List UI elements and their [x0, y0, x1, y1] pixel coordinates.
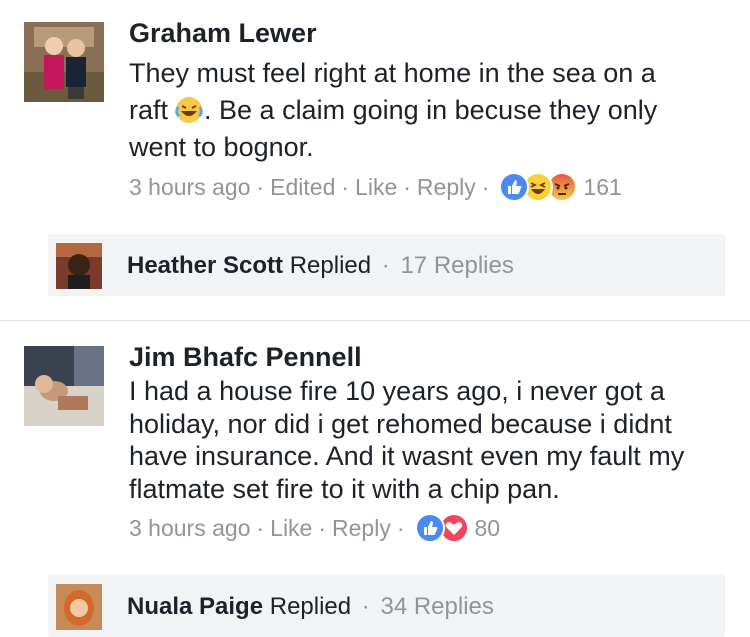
reply-summary-text[interactable]: Heather Scott Replied · 17 Replies — [127, 252, 514, 280]
comment-meta: 3 hours ago · Edited · Like · Reply · 16… — [129, 172, 622, 202]
separator: · — [403, 173, 411, 200]
comment-text-fragment: . Be a claim going in becuse they only — [204, 95, 658, 125]
comment-text-fragment: raft — [129, 95, 169, 125]
timestamp[interactable]: 3 hours ago — [129, 174, 250, 201]
timestamp[interactable]: 3 hours ago — [129, 515, 250, 542]
replied-label: Replied — [269, 593, 352, 620]
separator: · — [256, 173, 265, 200]
reply-count[interactable]: 17 Replies — [400, 252, 513, 279]
edited-label[interactable]: Edited — [270, 174, 335, 201]
laughing-tears-emoji-icon — [174, 95, 204, 125]
reaction-count[interactable]: 161 — [583, 174, 621, 201]
reply-author[interactable]: Nuala Paige — [127, 593, 263, 620]
reply-count[interactable]: 34 Replies — [380, 593, 493, 620]
avatar[interactable] — [24, 22, 104, 102]
reactions[interactable]: 161 — [499, 172, 622, 202]
comment-line: I had a house fire 10 years ago, i never… — [129, 376, 665, 406]
like-reaction-icon — [414, 513, 445, 543]
comment-author[interactable]: Graham Lewer — [129, 18, 317, 49]
like-reaction-icon — [499, 172, 530, 202]
comment-meta: 3 hours ago · Like · Reply · 80 — [129, 513, 500, 543]
separator: · — [318, 514, 327, 541]
separator: · — [381, 252, 390, 279]
avatar[interactable] — [56, 243, 102, 289]
avatar[interactable] — [24, 346, 104, 426]
comment-body: I had a house fire 10 years ago, i never… — [129, 375, 729, 505]
replied-label: Replied — [289, 252, 372, 279]
reaction-count[interactable]: 80 — [475, 515, 501, 542]
separator: · — [361, 593, 370, 620]
reply-summary-text[interactable]: Nuala Paige Replied · 34 Replies — [127, 593, 494, 621]
comment-line: flatmate set fire to it with a chip pan. — [129, 473, 560, 504]
separator: · — [341, 173, 350, 200]
avatar[interactable] — [56, 584, 102, 630]
like-button[interactable]: Like — [270, 515, 312, 542]
replies-summary[interactable]: Nuala Paige Replied · 34 Replies — [48, 575, 725, 637]
comment-line: They must feel right at home in the sea … — [129, 58, 656, 88]
comment-line: raft . Be a claim going in becuse they o… — [129, 92, 729, 129]
reactions[interactable]: 80 — [414, 513, 501, 543]
replies-summary[interactable]: Heather Scott Replied · 17 Replies — [48, 234, 725, 296]
separator: · — [256, 514, 265, 541]
comment-divider — [0, 320, 750, 321]
separator: · — [481, 173, 490, 200]
comment-author[interactable]: Jim Bhafc Pennell — [129, 342, 362, 373]
comment-line: have insurance. And it wasnt even my fau… — [129, 441, 685, 471]
comment-line: holiday, nor did i get rehomed because i… — [129, 408, 672, 439]
separator: · — [396, 514, 405, 541]
like-button[interactable]: Like — [355, 174, 397, 201]
reply-author[interactable]: Heather Scott — [127, 252, 283, 279]
reply-button[interactable]: Reply — [417, 174, 476, 201]
comment-line: went to bognor. — [129, 132, 314, 162]
comment-body: They must feel right at home in the sea … — [129, 55, 729, 166]
reply-button[interactable]: Reply — [332, 515, 391, 542]
